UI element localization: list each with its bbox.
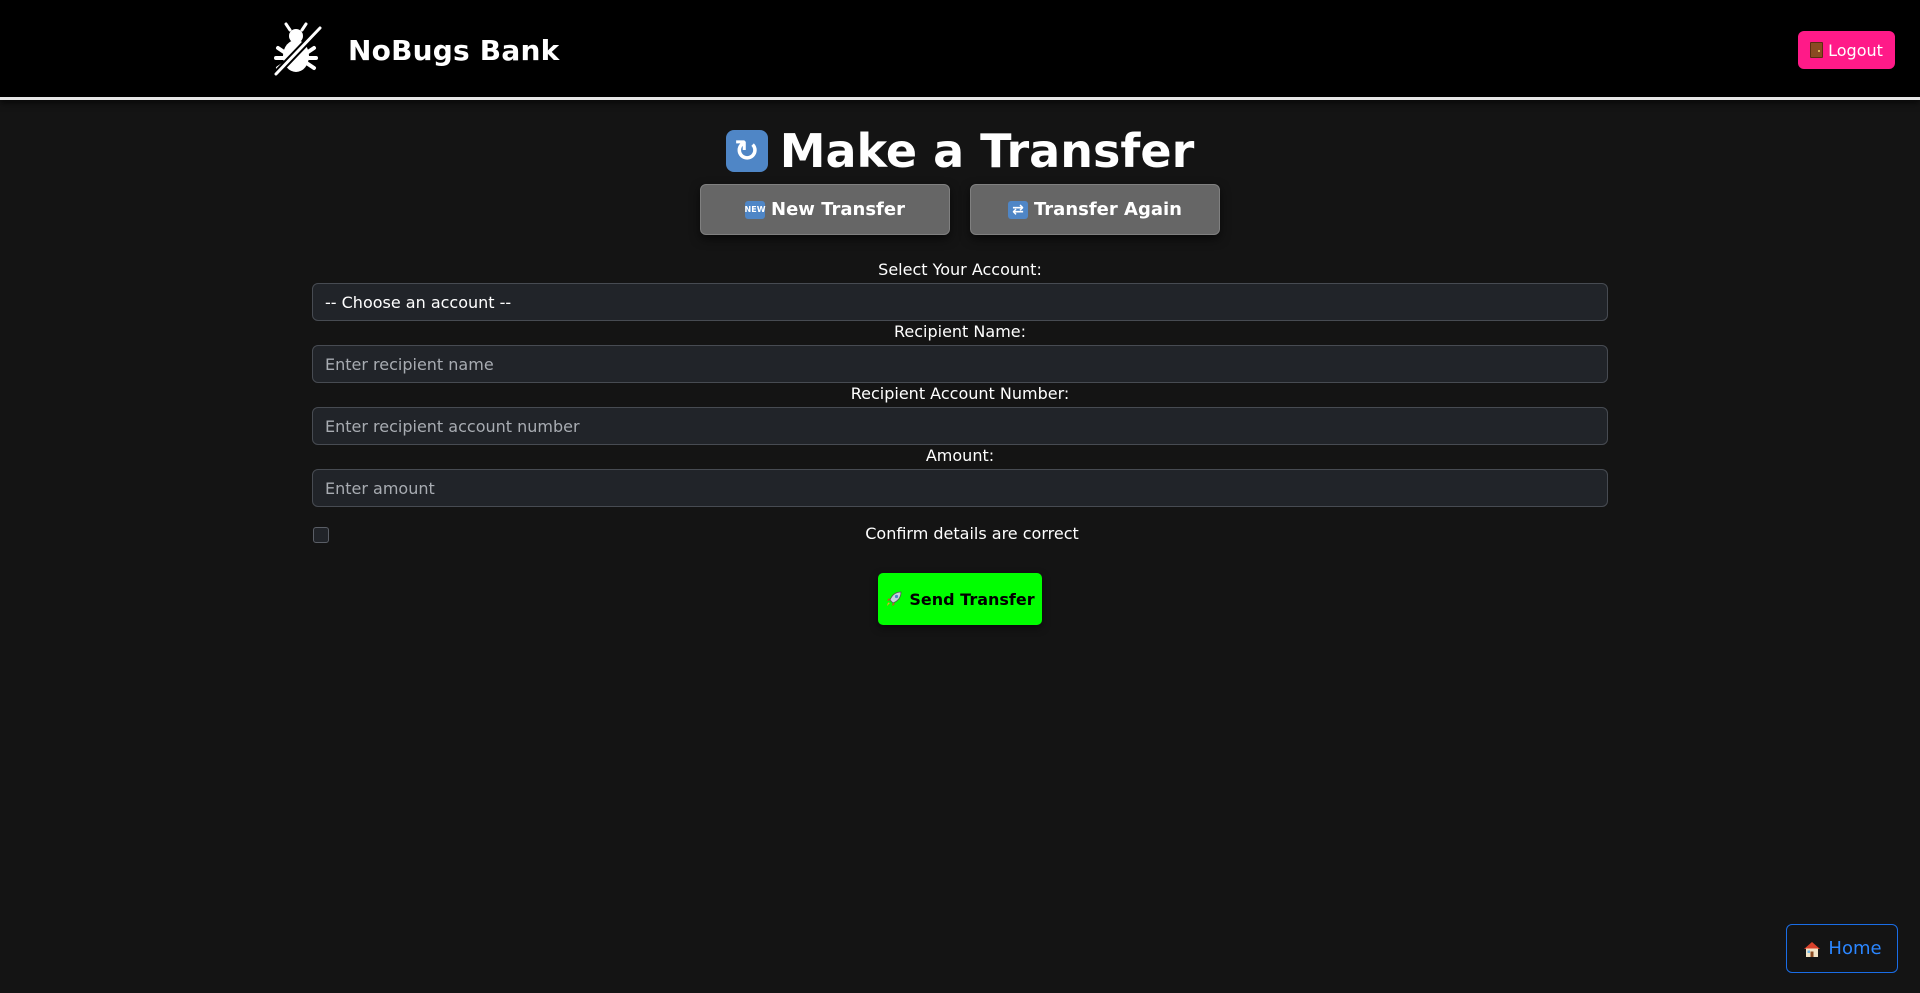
brand[interactable]: NoBugs Bank xyxy=(270,20,559,80)
house-icon xyxy=(1804,941,1821,957)
new-transfer-button[interactable]: NEW New Transfer xyxy=(700,184,950,235)
recipient-account-input[interactable] xyxy=(312,407,1608,445)
recipient-name-label: Recipient Name: xyxy=(893,322,1027,341)
logout-label: Logout xyxy=(1828,40,1883,60)
amount-label: Amount: xyxy=(925,446,995,465)
door-icon xyxy=(1810,42,1824,58)
confirm-label: Confirm details are correct xyxy=(865,524,1079,543)
brand-name: NoBugs Bank xyxy=(348,33,560,67)
new-badge-icon: NEW xyxy=(745,200,766,219)
account-select[interactable]: -- Choose an account -- xyxy=(312,283,1608,321)
page-title-text: Make a Transfer xyxy=(779,124,1195,178)
logout-button[interactable]: Logout xyxy=(1798,31,1895,69)
account-select-value: -- Choose an account -- xyxy=(325,292,512,312)
page-title: ↻ Make a Transfer xyxy=(0,124,1920,178)
home-label: Home xyxy=(1828,938,1882,959)
repeat-icon: ⇄ xyxy=(1008,200,1028,219)
transfer-again-button[interactable]: ⇄ Transfer Again xyxy=(970,184,1220,235)
new-transfer-label: New Transfer xyxy=(771,199,905,220)
recipient-name-input[interactable] xyxy=(312,345,1608,383)
recipient-account-label: Recipient Account Number: xyxy=(850,384,1070,403)
refresh-arrows-icon: ↻ xyxy=(725,130,768,172)
rocket-icon xyxy=(887,591,902,606)
bug-crossed-icon xyxy=(270,22,326,78)
send-transfer-button[interactable]: Send Transfer xyxy=(878,573,1042,625)
header: NoBugs Bank Logout xyxy=(0,0,1920,100)
account-label: Select Your Account: xyxy=(878,260,1042,279)
home-button[interactable]: Home xyxy=(1786,924,1898,973)
amount-input[interactable] xyxy=(312,469,1608,507)
send-transfer-label: Send Transfer xyxy=(909,589,1035,609)
transfer-again-label: Transfer Again xyxy=(1034,199,1182,220)
